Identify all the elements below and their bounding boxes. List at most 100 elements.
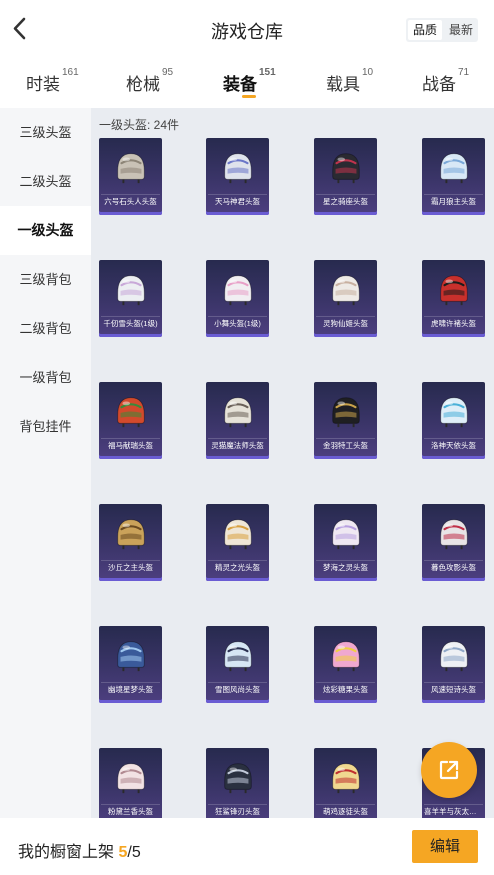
helmet-icon <box>224 275 252 306</box>
bottom-bar: 我的橱窗上架 5/5 编辑 <box>0 818 494 875</box>
item-name: 喜羊羊与灰太狼头盔 <box>424 804 483 818</box>
helmet-icon <box>117 519 145 550</box>
helmet-icon <box>440 641 468 672</box>
tab-count: 95 <box>162 67 174 78</box>
item-name: 虎啸许褚头盔 <box>424 316 483 331</box>
item-name: 精灵之光头盔 <box>208 560 267 575</box>
tab-equipment[interactable]: 装备151 <box>223 67 276 95</box>
item-card[interactable]: 雪图风尚头盔 <box>206 626 269 703</box>
item-card[interactable]: 灵猫魔法师头盔 <box>206 382 269 459</box>
item-card[interactable]: 萌鸡逐徒头盔 <box>314 748 377 818</box>
item-card[interactable]: 洛神天依头盔 <box>422 382 485 459</box>
sidebar-item-level3-backpack[interactable]: 三级背包 <box>0 255 91 304</box>
active-tab-indicator <box>242 95 256 98</box>
item-card[interactable]: 精灵之光头盔 <box>206 504 269 581</box>
helmet-icon <box>224 763 252 794</box>
sidebar-item-backpack-charm[interactable]: 背包挂件 <box>0 402 91 451</box>
item-name: 洛神天依头盔 <box>424 438 483 453</box>
item-name: 暮色攻影头盔 <box>424 560 483 575</box>
item-card[interactable]: 梦海之灵头盔 <box>314 504 377 581</box>
item-name: 萌鸡逐徒头盔 <box>316 804 375 818</box>
item-card[interactable]: 虎啸许褚头盔 <box>422 260 485 337</box>
helmet-icon <box>332 275 360 306</box>
helmet-icon <box>117 153 145 184</box>
item-name: 幽境星梦头盔 <box>101 682 160 697</box>
tab-label: 载具 <box>326 75 360 94</box>
item-name: 雪图风尚头盔 <box>208 682 267 697</box>
tab-supplies[interactable]: 战备71 <box>422 67 470 95</box>
tab-label: 枪械 <box>126 75 160 94</box>
item-name: 霜月狼主头盔 <box>424 194 483 209</box>
sort-toggle: 品质 最新 <box>406 18 478 42</box>
sidebar-item-level1-backpack[interactable]: 一级背包 <box>0 353 91 402</box>
item-name: 六号石头人头盔 <box>101 194 160 209</box>
helmet-icon <box>332 519 360 550</box>
item-card[interactable]: 粉黛兰香头盔 <box>99 748 162 818</box>
helmet-icon <box>117 641 145 672</box>
item-name: 灵狗仙姬头盔 <box>316 316 375 331</box>
header: 游戏仓库 品质 最新 <box>0 0 494 58</box>
sidebar: 三级头盔 二级头盔 一级头盔 三级背包 二级背包 一级背包 背包挂件 <box>0 108 91 818</box>
item-card[interactable]: 千仞雪头盔(1级) <box>99 260 162 337</box>
sort-option-newest[interactable]: 最新 <box>444 18 478 42</box>
helmet-icon <box>440 275 468 306</box>
helmet-icon <box>440 153 468 184</box>
sidebar-item-level1-helmet[interactable]: 一级头盔 <box>0 206 91 255</box>
item-card[interactable]: 灵狗仙姬头盔 <box>314 260 377 337</box>
share-external-icon <box>439 760 459 780</box>
item-card[interactable]: 金羽特工头盔 <box>314 382 377 459</box>
tab-fashion[interactable]: 时装161 <box>26 67 79 95</box>
share-button[interactable] <box>421 742 477 798</box>
item-grid-panel: 一级头盔: 24件 六号石头人头盔 天马神君头盔 星之骑座头盔 霜月狼主头盔千仞雪头盔… <box>91 108 494 818</box>
item-card[interactable]: 小舞头盔(1级) <box>206 260 269 337</box>
item-name: 天马神君头盔 <box>208 194 267 209</box>
tab-label: 战备 <box>422 75 456 94</box>
tab-count: 10 <box>362 67 374 78</box>
item-name: 炫彩糖果头盔 <box>316 682 375 697</box>
tab-vehicles[interactable]: 载具10 <box>326 67 374 95</box>
item-name: 千仞雪头盔(1级) <box>101 316 160 331</box>
item-card[interactable]: 暮色攻影头盔 <box>422 504 485 581</box>
item-name: 灵猫魔法师头盔 <box>208 438 267 453</box>
tab-count: 151 <box>259 67 276 78</box>
category-tabs: 时装161 枪械95 装备151 载具10 战备71 <box>0 62 494 106</box>
sidebar-item-level2-backpack[interactable]: 二级背包 <box>0 304 91 353</box>
helmet-icon <box>332 763 360 794</box>
item-name: 金羽特工头盔 <box>316 438 375 453</box>
tab-weapons[interactable]: 枪械95 <box>126 67 174 95</box>
item-card[interactable]: 沙丘之主头盔 <box>99 504 162 581</box>
item-card[interactable]: 风速短诗头盔 <box>422 626 485 703</box>
showcase-status: 我的橱窗上架 5/5 <box>18 838 141 862</box>
tab-count: 71 <box>458 67 470 78</box>
helmet-icon <box>117 397 145 428</box>
helmet-icon <box>224 641 252 672</box>
item-name: 风速短诗头盔 <box>424 682 483 697</box>
helmet-icon <box>332 153 360 184</box>
item-name: 粉黛兰香头盔 <box>101 804 160 818</box>
item-card[interactable]: 星之骑座头盔 <box>314 138 377 215</box>
helmet-icon <box>332 397 360 428</box>
sort-option-quality[interactable]: 品质 <box>408 20 442 40</box>
item-name: 梦海之灵头盔 <box>316 560 375 575</box>
tab-count: 161 <box>62 67 79 78</box>
showcase-total: /5 <box>127 844 141 861</box>
section-label: 一级头盔: 24件 <box>99 118 180 132</box>
tab-label: 时装 <box>26 75 60 94</box>
sidebar-item-level2-helmet[interactable]: 二级头盔 <box>0 157 91 206</box>
helmet-icon <box>224 519 252 550</box>
helmet-icon <box>117 275 145 306</box>
item-card[interactable]: 幽境星梦头盔 <box>99 626 162 703</box>
edit-button[interactable]: 编辑 <box>412 830 478 863</box>
item-name: 沙丘之主头盔 <box>101 560 160 575</box>
item-card[interactable]: 狂鲨锋刃头盔 <box>206 748 269 818</box>
item-card[interactable]: 福马献瑞头盔 <box>99 382 162 459</box>
item-card[interactable]: 炫彩糖果头盔 <box>314 626 377 703</box>
item-card[interactable]: 天马神君头盔 <box>206 138 269 215</box>
item-name: 小舞头盔(1级) <box>208 316 267 331</box>
item-name: 星之骑座头盔 <box>316 194 375 209</box>
item-card[interactable]: 六号石头人头盔 <box>99 138 162 215</box>
sidebar-item-level3-helmet[interactable]: 三级头盔 <box>0 108 91 157</box>
helmet-icon <box>332 641 360 672</box>
item-name: 福马献瑞头盔 <box>101 438 160 453</box>
item-card[interactable]: 霜月狼主头盔 <box>422 138 485 215</box>
